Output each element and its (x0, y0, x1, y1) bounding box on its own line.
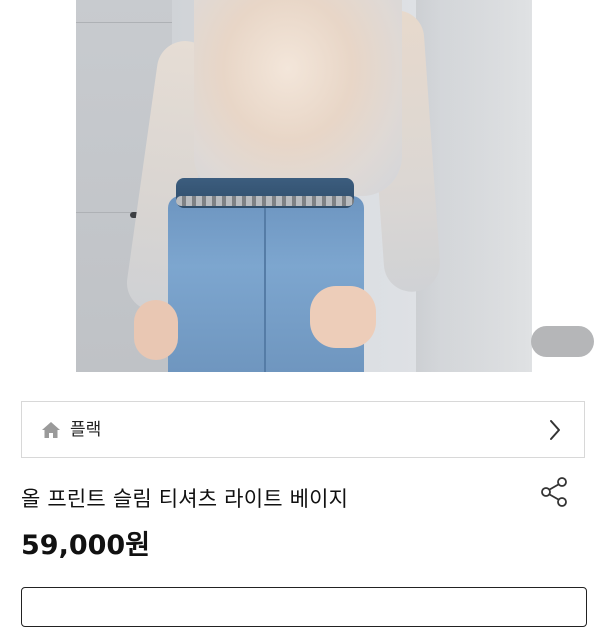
model-hand-left (134, 300, 178, 360)
home-icon (42, 422, 60, 438)
action-button[interactable] (21, 587, 587, 627)
model-chain-belt (176, 196, 354, 206)
breadcrumb-category-label: 플랙 (70, 420, 102, 440)
chevron-right-icon (550, 420, 560, 440)
jeans-seam (264, 200, 266, 372)
product-price: 59,000원 (21, 530, 151, 561)
model-shirt (194, 0, 402, 196)
image-pager-indicator[interactable] (531, 326, 594, 357)
category-breadcrumb[interactable]: 플랙 (21, 401, 585, 458)
product-title: 올 프린트 슬림 티셔츠 라이트 베이지 (21, 487, 349, 511)
door-line-top (76, 22, 172, 23)
model-hand-right (310, 286, 376, 348)
product-image-gallery[interactable] (0, 0, 608, 372)
share-icon[interactable] (539, 476, 569, 508)
product-photo (76, 0, 532, 372)
